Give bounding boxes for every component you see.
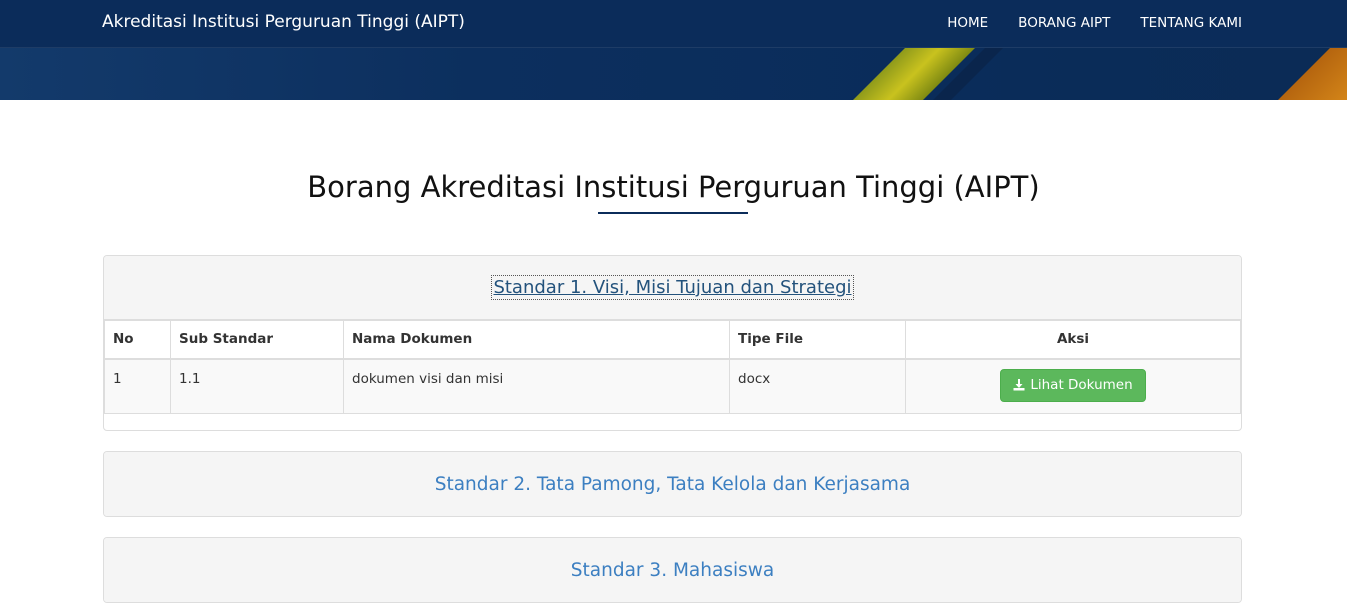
nav-item-home[interactable]: HOME xyxy=(947,15,988,31)
lihat-dokumen-button[interactable]: Lihat Dokumen xyxy=(1000,368,1146,402)
cell-sub-standar: 1.1 xyxy=(170,358,344,414)
column-header-tipe-file: Tipe File xyxy=(729,320,906,360)
nav-menu: HOME BORANG AIPT TENTANG KAMI xyxy=(947,15,1242,31)
panel-title-link[interactable]: Standar 3. Mahasiswa xyxy=(571,560,774,581)
accordion-panel-standar-1: Standar 1. Visi, Misi Tujuan dan Strateg… xyxy=(103,255,1242,431)
title-underline xyxy=(598,212,748,214)
column-header-sub-standar: Sub Standar xyxy=(170,320,344,360)
column-header-nama-dokumen: Nama Dokumen xyxy=(343,320,730,360)
download-icon xyxy=(1013,379,1025,391)
lihat-dokumen-label: Lihat Dokumen xyxy=(1030,377,1133,393)
panel-heading-standar-1[interactable]: Standar 1. Visi, Misi Tujuan dan Strateg… xyxy=(104,256,1241,320)
document-table: No Sub Standar Nama Dokumen Tipe File Ak… xyxy=(104,320,1241,414)
panel-heading-standar-3[interactable]: Standar 3. Mahasiswa xyxy=(104,538,1241,602)
navbar: Akreditasi Institusi Perguruan Tinggi (A… xyxy=(0,0,1347,48)
panel-title-link[interactable]: Standar 2. Tata Pamong, Tata Kelola dan … xyxy=(435,474,911,495)
panel-title-link[interactable]: Standar 1. Visi, Misi Tujuan dan Strateg… xyxy=(491,275,854,300)
nav-item-tentang-kami[interactable]: TENTANG KAMI xyxy=(1140,15,1242,31)
table-row: 1 1.1 dokumen visi dan misi docx Lihat D… xyxy=(104,358,1241,414)
cell-nama-dokumen: dokumen visi dan misi xyxy=(343,358,730,414)
cell-no: 1 xyxy=(104,358,171,414)
header-decoration-stripe xyxy=(1210,48,1347,100)
panel-heading-standar-2[interactable]: Standar 2. Tata Pamong, Tata Kelola dan … xyxy=(104,452,1241,516)
nav-item-borang-aipt[interactable]: BORANG AIPT xyxy=(1018,15,1110,31)
cell-tipe-file: docx xyxy=(729,358,906,414)
table-header-row: No Sub Standar Nama Dokumen Tipe File Ak… xyxy=(104,320,1241,360)
site-header: Akreditasi Institusi Perguruan Tinggi (A… xyxy=(0,0,1347,100)
column-header-aksi: Aksi xyxy=(905,320,1241,360)
cell-aksi: Lihat Dokumen xyxy=(905,358,1241,414)
accordion-panel-standar-3: Standar 3. Mahasiswa xyxy=(103,537,1242,603)
column-header-no: No xyxy=(104,320,171,360)
accordion-panel-standar-2: Standar 2. Tata Pamong, Tata Kelola dan … xyxy=(103,451,1242,517)
brand-link[interactable]: Akreditasi Institusi Perguruan Tinggi (A… xyxy=(102,12,465,32)
page-title: Borang Akreditasi Institusi Perguruan Ti… xyxy=(307,170,1040,204)
